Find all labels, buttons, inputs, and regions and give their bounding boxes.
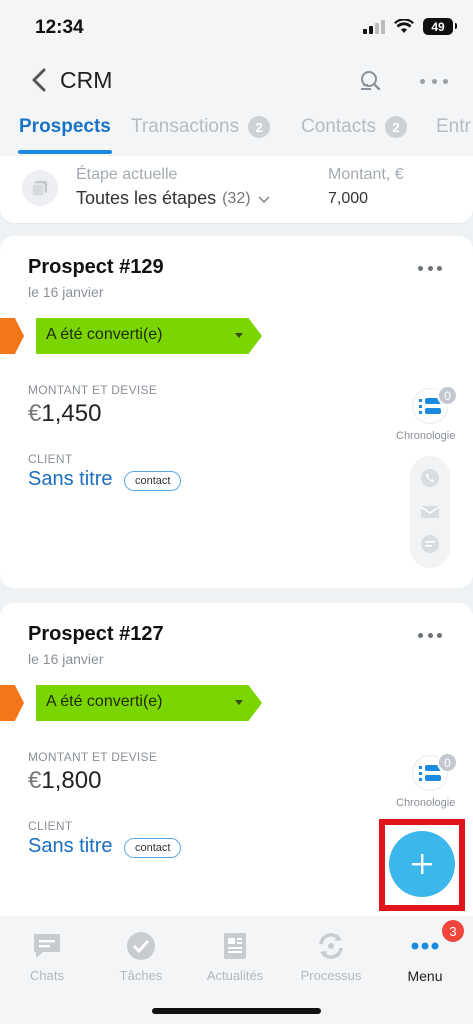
news-icon	[224, 933, 246, 959]
tab-label: Contacts	[301, 116, 376, 137]
client-name-link[interactable]: Sans titre	[28, 835, 112, 858]
mail-icon[interactable]	[420, 502, 440, 522]
deal-amount: €1,800	[28, 767, 102, 794]
stage-dropdown[interactable]: A été converti(e)	[36, 685, 262, 721]
stage-label: A été converti(e)	[46, 326, 163, 343]
timeline-label: Chronologie	[396, 797, 456, 809]
tab-label: Entr	[436, 116, 471, 137]
status-time: 12:34	[35, 17, 84, 38]
menu-notification-badge: 3	[442, 920, 464, 942]
tab-transactions[interactable]: Transactions 2	[131, 116, 271, 138]
tab-label: Transactions	[131, 116, 240, 137]
filter-bar: Étape actuelle Toutes les étapes (32) Mo…	[0, 156, 473, 223]
stage-marker	[0, 318, 24, 354]
tab-contacts[interactable]: Contacts 2	[301, 116, 407, 138]
timeline-count-badge: 0	[437, 385, 458, 406]
status-bar: 12:34 49	[0, 0, 473, 56]
deal-title: Prospect #129	[28, 256, 164, 278]
nav-item-chats[interactable]: Chats	[0, 930, 94, 983]
nav-item-processus[interactable]: Processus	[284, 930, 378, 983]
stage-filter-select[interactable]: Toutes les étapes (32)	[76, 188, 271, 209]
more-options-icon[interactable]	[420, 68, 448, 94]
caret-down-icon	[235, 333, 243, 338]
nav-label: Tâches	[119, 968, 163, 983]
deal-title: Prospect #127	[28, 623, 164, 645]
nav-label: Actualités	[206, 968, 264, 983]
timeline-count-badge: 0	[437, 752, 458, 773]
check-icon	[127, 932, 155, 960]
search-filter-icon[interactable]	[357, 68, 383, 94]
add-button[interactable]	[389, 831, 455, 897]
active-tab-indicator	[18, 150, 112, 154]
tab-entreprises[interactable]: Entr	[436, 116, 471, 138]
nav-item-actualites[interactable]: Actualités	[188, 930, 282, 983]
chat-icon	[34, 934, 60, 958]
stage-label: A été converti(e)	[46, 693, 163, 710]
signal-icon	[363, 19, 385, 34]
stage-filter-value: Toutes les étapes	[76, 188, 217, 208]
header: CRM	[0, 56, 473, 106]
deal-card[interactable]: Prospect #129 le 16 janvier A été conver…	[0, 236, 473, 588]
nav-label: Chats	[30, 968, 64, 983]
stage-dropdown[interactable]: A été converti(e)	[36, 318, 262, 354]
phone-icon[interactable]	[420, 468, 440, 488]
tab-count-badge: 2	[384, 116, 407, 138]
stage-count: (32)	[222, 189, 251, 207]
deal-date: le 16 janvier	[28, 651, 104, 667]
menu-dots-icon	[411, 942, 439, 950]
battery-icon: 49	[423, 18, 457, 35]
communication-rail	[410, 456, 450, 568]
deal-amount: €1,450	[28, 400, 102, 427]
plus-icon	[412, 854, 432, 874]
wifi-icon	[394, 19, 414, 33]
caret-down-icon	[235, 700, 243, 705]
stage-filter-label: Étape actuelle	[76, 166, 178, 183]
nav-item-taches[interactable]: Tâches	[94, 930, 188, 983]
client-name-link[interactable]: Sans titre	[28, 468, 112, 491]
message-icon[interactable]	[420, 534, 440, 554]
tab-count-badge: 2	[248, 116, 271, 138]
process-icon	[319, 933, 343, 959]
page-title: CRM	[60, 67, 113, 93]
tab-bar: Prospects Transactions 2 Contacts 2 Entr	[0, 106, 473, 156]
deal-date: le 16 janvier	[28, 284, 104, 300]
nav-label: Processus	[300, 968, 362, 983]
stage-filter-icon[interactable]	[22, 170, 58, 206]
tab-prospects[interactable]: Prospects	[19, 116, 111, 138]
timeline-label: Chronologie	[396, 430, 456, 442]
home-indicator	[152, 1008, 321, 1014]
amount-label: MONTANT ET DEVISE	[28, 383, 158, 397]
amount-label: MONTANT ET DEVISE	[28, 750, 158, 764]
card-more-icon[interactable]	[418, 631, 442, 639]
contact-tag: contact	[124, 838, 182, 858]
contact-tag: contact	[124, 471, 182, 491]
client-label: CLIENT	[28, 452, 73, 466]
amount-filter-label: Montant, €	[328, 166, 404, 183]
nav-label: Menu	[407, 968, 443, 984]
client-label: CLIENT	[28, 819, 73, 833]
stage-marker	[0, 685, 24, 721]
card-more-icon[interactable]	[418, 264, 442, 272]
tab-label: Prospects	[19, 116, 111, 137]
chevron-down-icon	[257, 195, 270, 203]
status-icons: 49	[363, 18, 457, 35]
back-icon[interactable]	[28, 67, 50, 93]
amount-filter-value: 7,000	[328, 190, 369, 207]
